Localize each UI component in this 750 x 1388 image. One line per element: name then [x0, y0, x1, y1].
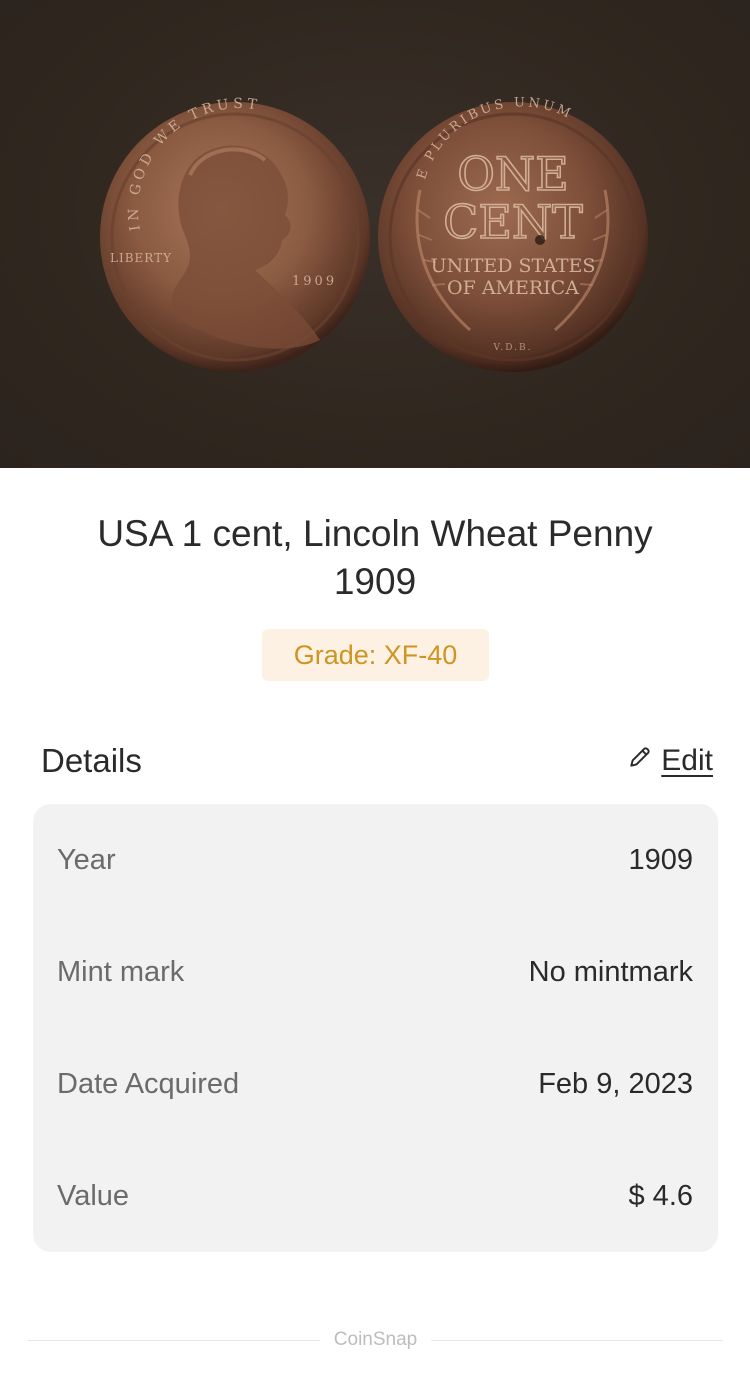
detail-key: Year: [57, 843, 116, 876]
coin-photo: IN GOD WE TRUST LIBERTY 1909 E PLURIBUS …: [0, 0, 750, 468]
obverse-liberty: LIBERTY: [110, 251, 172, 265]
detail-value: $ 4.6: [628, 1179, 694, 1212]
reverse-of-america: OF AMERICA: [447, 277, 579, 299]
coin-title: USA 1 cent, Lincoln Wheat Penny 1909: [97, 513, 653, 602]
reverse-one: ONE: [457, 147, 569, 201]
divider-right: [431, 1339, 724, 1341]
detail-row-value: Value $ 4.6: [33, 1140, 718, 1252]
detail-row-mint-mark: Mint mark No mintmark: [33, 916, 718, 1028]
reverse-vdb: V.D.B.: [492, 343, 532, 353]
detail-row-date-acquired: Date Acquired Feb 9, 2023: [33, 1028, 718, 1140]
detail-key: Mint mark: [57, 955, 185, 988]
footer: CoinSnap: [28, 1327, 724, 1353]
detail-value: 1909: [628, 843, 693, 876]
pencil-icon: [627, 744, 653, 778]
details-heading: Details: [41, 742, 142, 779]
coin-reverse: E PLURIBUS UNUM ONE CENT UNITED STATES O…: [378, 95, 648, 372]
detail-key: Date Acquired: [57, 1067, 240, 1100]
brand-watermark: CoinSnap: [333, 1329, 418, 1350]
obverse-date: 1909: [292, 274, 337, 289]
detail-value: Feb 9, 2023: [538, 1067, 693, 1100]
divider-left: [28, 1339, 320, 1341]
edit-button[interactable]: Edit: [627, 744, 713, 778]
reverse-united-states: UNITED STATES: [431, 255, 596, 277]
detail-row-year: Year 1909: [33, 804, 718, 916]
grade-badge: Grade: XF-40: [262, 629, 489, 681]
detail-value: No mintmark: [528, 955, 693, 988]
reverse-cent: CENT: [443, 195, 583, 249]
coin-obverse: IN GOD WE TRUST LIBERTY 1909: [100, 96, 370, 372]
edit-label: Edit: [661, 744, 713, 777]
detail-key: Value: [57, 1179, 130, 1212]
details-card: Year 1909 Mint mark No mintmark Date Acq…: [33, 804, 718, 1252]
